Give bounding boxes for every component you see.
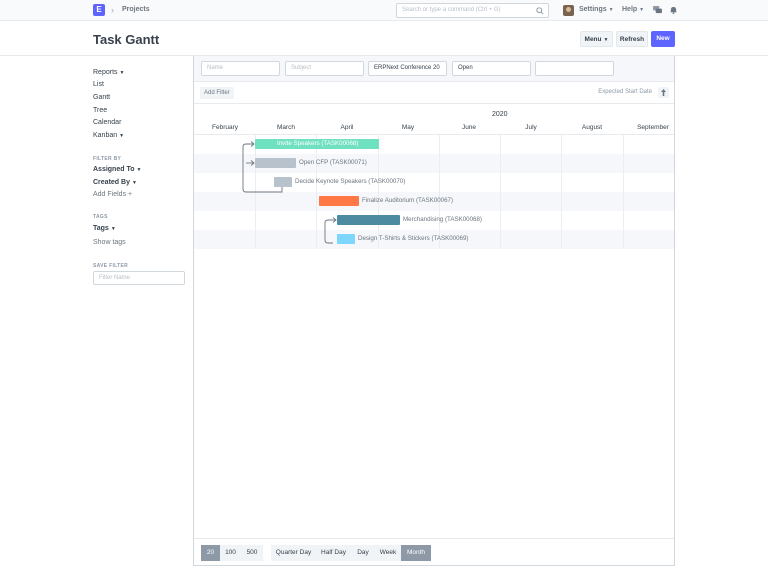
- gantt-panel: Name Subject ERPNext Conference 20 Open …: [193, 56, 675, 566]
- chevron-right-icon: ›: [111, 5, 114, 15]
- name-placeholder: Name: [207, 65, 224, 71]
- view-mode-week[interactable]: Week: [375, 545, 401, 561]
- tags-label: Tags: [93, 225, 109, 232]
- settings-label: Settings: [579, 6, 607, 13]
- dependency-arrow: [324, 219, 336, 244]
- search-icon: [536, 7, 544, 15]
- sidebar-item-calendar[interactable]: Calendar: [93, 119, 121, 126]
- filter-name-placeholder: Filter Name: [99, 275, 131, 281]
- refresh-button[interactable]: Refresh: [616, 31, 648, 47]
- view-mode-day[interactable]: Day: [351, 545, 375, 561]
- tags-filter[interactable]: Tags ▼: [93, 225, 116, 232]
- avatar[interactable]: [563, 5, 574, 16]
- sidebar-item-tree[interactable]: Tree: [93, 107, 107, 114]
- breadcrumb-projects[interactable]: Projects: [122, 6, 150, 13]
- project-value: ERPNext Conference 20: [374, 65, 440, 71]
- view-mode-month[interactable]: Month: [401, 545, 431, 561]
- page-size-500[interactable]: 500: [241, 545, 263, 561]
- menu-button[interactable]: Menu ▼: [580, 31, 613, 47]
- standard-filters: Name Subject ERPNext Conference 20 Open: [194, 56, 674, 82]
- status-filter-select[interactable]: Open: [452, 61, 531, 76]
- gantt-bar-label: Invite Speakers (TASK00068): [277, 140, 359, 147]
- sort-arrow-icon: [661, 89, 666, 96]
- status-value: Open: [458, 65, 473, 71]
- settings-dropdown[interactable]: Settings ▼: [579, 6, 614, 13]
- new-button[interactable]: New: [651, 31, 675, 47]
- filter-toolbar: Add Filter Expected Start Date: [194, 82, 674, 104]
- gantt-bar[interactable]: [274, 177, 292, 187]
- gantt-bar-label: Merchandising (TASK00068): [403, 216, 482, 223]
- add-fields-label: Add Fields: [93, 191, 127, 198]
- gantt-bar[interactable]: [337, 234, 355, 244]
- page-size-20[interactable]: 20: [201, 545, 220, 561]
- paging-area: 20 100 500 Quarter Day Half Day Day Week…: [194, 538, 674, 565]
- navbar: E › Projects Search or type a command (C…: [0, 0, 768, 21]
- filter-name-input[interactable]: Filter Name: [93, 271, 185, 285]
- gantt-bar-label: Finalize Auditorium (TASK00067): [362, 197, 454, 204]
- extra-filter-input[interactable]: [535, 61, 614, 76]
- add-filter-button[interactable]: Add Filter: [200, 87, 234, 99]
- tags-heading: TAGS: [93, 214, 108, 220]
- page-head: Task Gantt Menu ▼ Refresh New: [0, 22, 768, 56]
- subject-filter-input[interactable]: Subject: [285, 61, 364, 76]
- page-size-100[interactable]: 100: [220, 545, 241, 561]
- name-filter-input[interactable]: Name: [201, 61, 280, 76]
- caret-down-icon: ▼: [119, 70, 125, 76]
- sidebar-item-gantt[interactable]: Gantt: [93, 94, 110, 101]
- plus-icon: +: [128, 191, 133, 198]
- gantt-bar[interactable]: [319, 196, 359, 206]
- view-mode-half-day[interactable]: Half Day: [316, 545, 351, 561]
- gantt-bar-label: Open CFP (TASK00071): [299, 159, 367, 166]
- filter-by-heading: FILTER BY: [93, 156, 122, 162]
- menu-label: Menu: [584, 36, 602, 43]
- caret-down-icon: ▼: [110, 226, 116, 232]
- subject-placeholder: Subject: [291, 65, 312, 71]
- kanban-label: Kanban: [93, 132, 118, 139]
- view-mode-quarter-day[interactable]: Quarter Day: [271, 545, 316, 561]
- sidebar-item-list[interactable]: List: [93, 81, 104, 88]
- save-filter-heading: SAVE FILTER: [93, 263, 129, 269]
- assigned-to-label: Assigned To: [93, 166, 135, 173]
- gantt-bar-label: Decide Keynote Speakers (TASK00070): [295, 178, 406, 185]
- add-fields-button[interactable]: Add Fields +: [93, 191, 132, 198]
- assigned-to-filter[interactable]: Assigned To ▼: [93, 166, 141, 173]
- page-title: Task Gantt: [93, 32, 160, 47]
- help-label: Help: [622, 6, 638, 13]
- gantt-bar-label: Design T-Shirts & Stickers (TASK00069): [358, 235, 469, 242]
- created-by-filter[interactable]: Created By ▼: [93, 179, 137, 186]
- gantt-bar[interactable]: [337, 215, 400, 225]
- sidebar-item-reports[interactable]: Reports ▼: [93, 69, 124, 76]
- caret-down-icon: ▼: [639, 7, 645, 13]
- help-dropdown[interactable]: Help ▼: [622, 6, 644, 13]
- caret-down-icon: ▼: [119, 133, 125, 139]
- caret-down-icon: ▼: [603, 37, 609, 43]
- created-by-label: Created By: [93, 179, 130, 186]
- gantt-bar[interactable]: [255, 158, 296, 168]
- sidebar-item-kanban[interactable]: Kanban ▼: [93, 132, 124, 139]
- sort-order-button[interactable]: [658, 87, 669, 98]
- app-logo[interactable]: E: [93, 4, 105, 16]
- caret-down-icon: ▼: [608, 7, 614, 13]
- project-filter-input[interactable]: ERPNext Conference 20: [368, 61, 447, 76]
- bell-icon[interactable]: [670, 6, 677, 14]
- search-placeholder: Search or type a command (Ctrl + G): [402, 7, 501, 13]
- search-input[interactable]: Search or type a command (Ctrl + G): [396, 3, 549, 18]
- chat-icon[interactable]: [653, 6, 662, 14]
- reports-label: Reports: [93, 69, 118, 76]
- caret-down-icon: ▼: [136, 167, 142, 173]
- show-tags-link[interactable]: Show tags: [93, 239, 126, 246]
- caret-down-icon: ▼: [131, 180, 137, 186]
- sort-selector[interactable]: Expected Start Date: [598, 89, 652, 95]
